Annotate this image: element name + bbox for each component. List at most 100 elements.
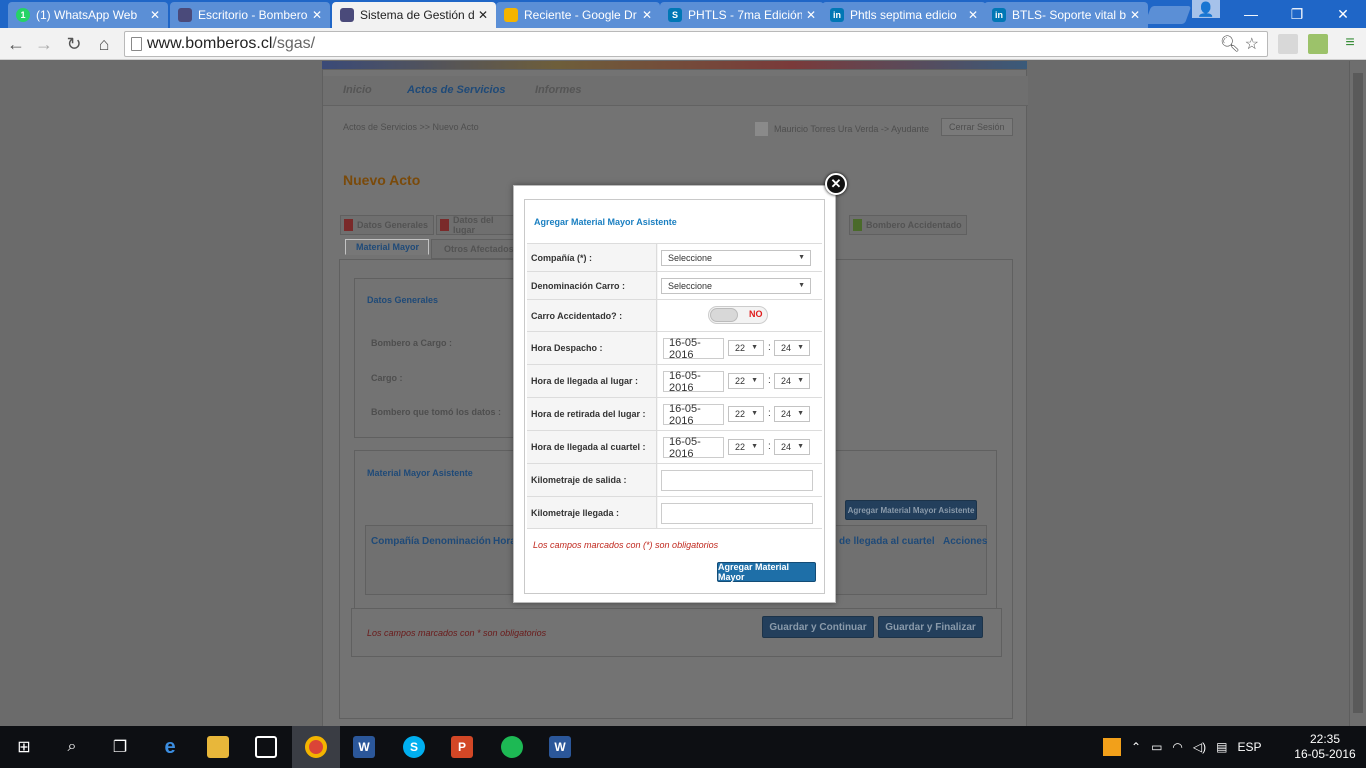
window-controls: 👤 — ❐ ✕	[1192, 0, 1366, 28]
close-icon[interactable]: ✕	[825, 173, 847, 195]
chevron-down-icon: ▼	[797, 443, 804, 450]
compania-label: Compañía (*) :	[527, 244, 657, 271]
llegada-lugar-hour-select[interactable]: 22 ▼	[728, 373, 764, 389]
system-tray: ⌃ ▭ ◠ ◁) ▤ ESP	[1103, 726, 1261, 768]
denominacion-select[interactable]: Seleccione ▼	[661, 278, 811, 294]
address-bar[interactable]: www.bomberos.cl/sgas/ 🔍︎ ☆	[124, 31, 1268, 57]
notification-app-icon[interactable]	[1103, 738, 1121, 756]
despacho-date-input[interactable]: 16-05-2016	[663, 337, 724, 361]
extension-icon[interactable]	[1308, 34, 1328, 54]
tab-whatsapp[interactable]: 1 (1) WhatsApp Web ✕	[8, 2, 168, 28]
zoom-star-icons[interactable]: 🔍︎ ☆	[1220, 34, 1259, 54]
close-icon[interactable]: ✕	[806, 8, 816, 22]
tab-btls-linkedin[interactable]: in BTLS- Soporte vital b ✕	[984, 2, 1148, 28]
save-continue-button[interactable]: Guardar y Continuar	[762, 616, 874, 638]
tab-phtls-slideshare[interactable]: S PHTLS - 7ma Edición ✕	[660, 2, 824, 28]
wifi-icon[interactable]: ◠	[1172, 740, 1182, 754]
task-view-icon[interactable]: ❐	[96, 726, 144, 768]
llegada-cuartel-hour-select[interactable]: 22 ▼	[728, 439, 764, 455]
whatsapp-icon: 1	[16, 8, 30, 22]
tab-title: Sistema de Gestión de	[360, 8, 474, 22]
spotify-icon[interactable]	[488, 726, 536, 768]
windows-start-icon[interactable]: ⊞	[0, 726, 48, 768]
despacho-hour-select[interactable]: 22 ▼	[728, 340, 764, 356]
km-salida-input[interactable]	[661, 470, 813, 491]
close-window-icon[interactable]: ✕	[1320, 0, 1366, 28]
word-icon[interactable]: W	[340, 726, 388, 768]
menu-informes[interactable]: Informes	[535, 84, 581, 96]
col-acciones: Acciones	[943, 536, 988, 547]
add-material-asistente-button[interactable]: Agregar Material Mayor Asistente	[845, 500, 977, 520]
main-menu: Inicio Actos de Servicios Informes	[323, 76, 1028, 106]
linkedin-icon: in	[992, 8, 1006, 22]
close-icon[interactable]: ✕	[968, 8, 978, 22]
home-icon[interactable]: ⌂	[92, 32, 116, 56]
compania-select[interactable]: Seleccione ▼	[661, 250, 811, 266]
store-icon[interactable]	[242, 726, 290, 768]
retirada-date-input[interactable]: 16-05-2016	[663, 403, 724, 427]
extension-icon[interactable]	[1278, 34, 1298, 54]
menu-actos-servicios[interactable]: Actos de Servicios	[407, 84, 505, 96]
save-finish-button[interactable]: Guardar y Finalizar	[878, 616, 983, 638]
word-icon[interactable]: W	[536, 726, 584, 768]
bomberos-shield-icon	[178, 8, 192, 22]
back-icon[interactable]: ←	[4, 32, 28, 56]
chrome-icon[interactable]	[292, 726, 340, 768]
new-tab-button[interactable]	[1144, 6, 1192, 24]
tab-material-mayor[interactable]: Material Mayor	[345, 239, 429, 255]
km-salida-label: Kilometraje de salida :	[527, 464, 657, 496]
profile-icon[interactable]: 👤	[1192, 0, 1220, 18]
menu-icon[interactable]: ≡	[1340, 34, 1360, 54]
chevron-down-icon: ▼	[751, 377, 758, 384]
time-separator: :	[768, 375, 771, 386]
tab-google-drive[interactable]: Reciente - Google Dr ✕	[496, 2, 660, 28]
logout-button[interactable]: Cerrar Sesión	[941, 118, 1013, 136]
edge-icon[interactable]: e	[146, 726, 194, 768]
tab-datos-lugar[interactable]: Datos del lugar	[436, 215, 516, 235]
tab-bombero-accidentado[interactable]: Bombero Accidentado	[849, 215, 967, 235]
row-llegada-lugar: Hora de llegada al lugar : 16-05-2016 22…	[527, 364, 822, 397]
close-icon[interactable]: ✕	[1130, 8, 1140, 22]
tab-phtls-linkedin[interactable]: in Phtls septima edicio ✕	[822, 2, 986, 28]
llegada-cuartel-date-input[interactable]: 16-05-2016	[663, 436, 724, 460]
tab-datos-generales[interactable]: Datos Generales	[340, 215, 434, 235]
llegada-cuartel-minute-select[interactable]: 24 ▼	[774, 439, 810, 455]
volume-icon[interactable]: ◁)	[1193, 740, 1206, 754]
page-icon	[131, 37, 142, 51]
close-icon[interactable]: ✕	[312, 8, 322, 22]
llegada-lugar-minute-select[interactable]: 24 ▼	[774, 373, 810, 389]
tab-escritorio[interactable]: Escritorio - Bomberos ✕	[170, 2, 330, 28]
file-explorer-icon[interactable]	[194, 726, 242, 768]
retirada-minute-select[interactable]: 24 ▼	[774, 406, 810, 422]
retirada-hour-select[interactable]: 22 ▼	[728, 406, 764, 422]
action-center-icon[interactable]: ▤	[1216, 740, 1227, 754]
tab-title: (1) WhatsApp Web	[36, 8, 138, 22]
tab-otros-afectados[interactable]: Otros Afectados	[431, 239, 515, 259]
close-icon[interactable]: ✕	[642, 8, 652, 22]
add-material-mayor-button[interactable]: Agregar Material Mayor	[717, 562, 816, 582]
scrollbar-thumb[interactable]	[1353, 73, 1363, 713]
modal-form-container: Agregar Material Mayor Asistente Compañí…	[524, 199, 825, 594]
page-scrollbar[interactable]	[1349, 61, 1366, 726]
llegada-lugar-date-input[interactable]: 16-05-2016	[663, 370, 724, 394]
language-indicator[interactable]: ESP	[1237, 740, 1261, 754]
minute-value: 24	[781, 409, 792, 419]
chevron-up-icon[interactable]: ⌃	[1131, 740, 1141, 754]
km-llegada-input[interactable]	[661, 503, 813, 524]
forward-icon[interactable]: →	[32, 32, 56, 56]
required-note: Los campos marcados con (*) son obligato…	[533, 540, 719, 550]
reload-icon[interactable]: ↻	[62, 32, 86, 56]
clock[interactable]: 22:35 16-05-2016	[1290, 732, 1360, 762]
close-icon[interactable]: ✕	[150, 8, 160, 22]
skype-icon[interactable]: S	[390, 726, 438, 768]
battery-icon[interactable]: ▭	[1151, 740, 1162, 754]
search-icon[interactable]: ⌕	[48, 726, 96, 768]
despacho-minute-select[interactable]: 24 ▼	[774, 340, 810, 356]
powerpoint-icon[interactable]: P	[438, 726, 486, 768]
tab-sistema-gestion[interactable]: Sistema de Gestión de ✕	[332, 2, 496, 28]
minimize-icon[interactable]: —	[1228, 0, 1274, 28]
close-icon[interactable]: ✕	[478, 8, 488, 22]
restore-icon[interactable]: ❐	[1274, 0, 1320, 28]
accidentado-toggle[interactable]: NO	[708, 306, 768, 324]
menu-inicio[interactable]: Inicio	[343, 84, 372, 96]
